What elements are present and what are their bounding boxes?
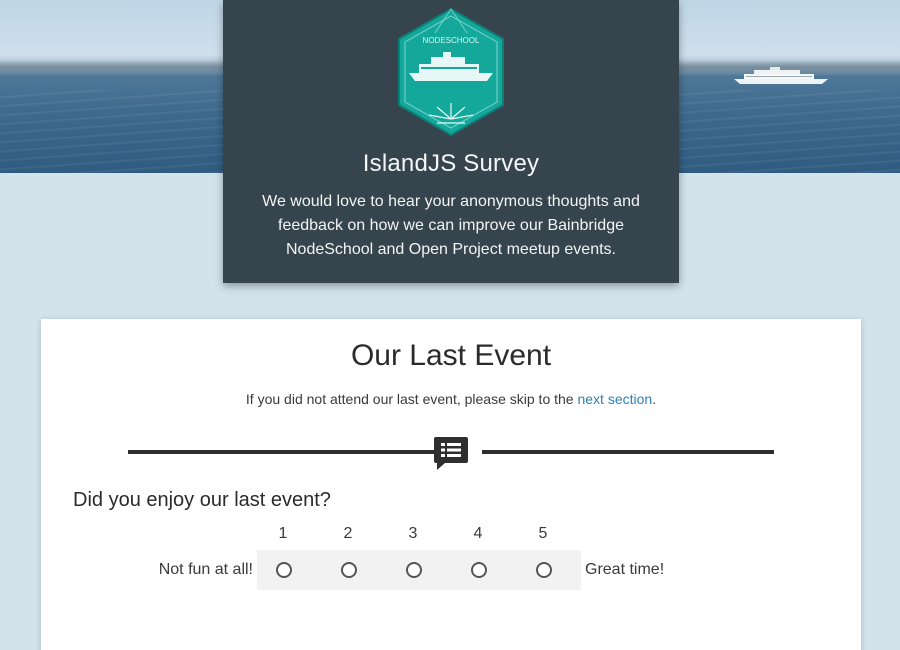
section-note: If you did not attend our last event, pl… [41, 391, 861, 407]
rating-radio-5[interactable] [536, 562, 552, 578]
scale-label-4: 4 [473, 525, 483, 542]
section-divider-left [128, 450, 461, 454]
rating-radio-2[interactable] [341, 562, 357, 578]
survey-title: IslandJS Survey [362, 150, 540, 177]
question-text: Did you enjoy our last event? [73, 489, 331, 511]
scale-label-1: 1 [278, 525, 288, 542]
next-section-link[interactable]: next section [577, 391, 652, 407]
scale-label-3: 3 [408, 525, 418, 542]
section-title: Our Last Event [350, 339, 552, 372]
section-note-prefix: If you did not attend our last event, pl… [245, 391, 578, 407]
rating-radio-4[interactable] [471, 562, 487, 578]
section-note-suffix: . [652, 391, 657, 407]
nodeschool-logo-icon: NODESCHOOL [398, 7, 504, 137]
comment-list-icon [434, 437, 468, 470]
survey-description: We would love to hear your anonymous tho… [262, 193, 640, 258]
rating-radio-group [257, 550, 581, 590]
scale-low-label: Not fun at all! [158, 561, 253, 578]
rating-radio-1[interactable] [276, 562, 292, 578]
scale-high-label: Great time! [585, 561, 665, 578]
survey-page: NODESCHOOL IslandJS Survey We would love… [0, 0, 900, 650]
section-divider-right [482, 450, 774, 454]
rating-radio-3[interactable] [406, 562, 422, 578]
section-card: Our Last Event If you did not attend our… [41, 319, 861, 650]
ferry-photo-icon [734, 67, 828, 84]
scale-label-2: 2 [343, 525, 353, 542]
survey-header-card: NODESCHOOL IslandJS Survey We would love… [223, 0, 679, 283]
scale-label-5: 5 [538, 525, 548, 542]
svg-text:NODESCHOOL: NODESCHOOL [423, 36, 480, 45]
